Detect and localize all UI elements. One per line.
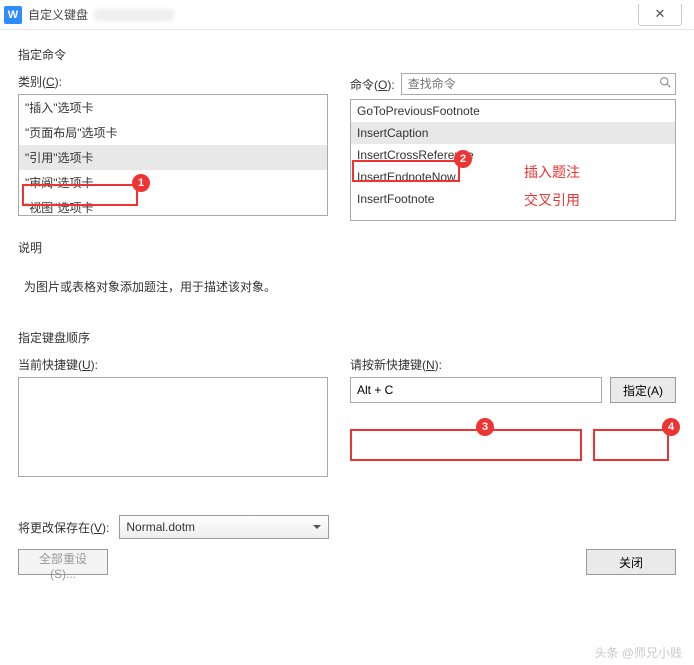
title-blur: [94, 9, 174, 21]
assign-button[interactable]: 指定(A): [610, 377, 676, 403]
window-title: 自定义键盘: [28, 6, 88, 23]
new-key-input[interactable]: [350, 377, 602, 403]
category-item[interactable]: "引用"选项卡: [19, 145, 327, 170]
category-item[interactable]: "插入"选项卡: [19, 95, 327, 120]
search-wrap: [401, 73, 676, 95]
current-keys-box[interactable]: [18, 377, 328, 477]
category-listbox[interactable]: "插入"选项卡"页面布局"选项卡"引用"选项卡"审阅"选项卡"视图"选项卡: [18, 94, 328, 216]
category-item[interactable]: "视图"选项卡: [19, 195, 327, 216]
command-label: 命令(O):: [350, 76, 395, 93]
command-item[interactable]: InsertCrossReference: [351, 144, 675, 166]
command-listbox[interactable]: GoToPreviousFootnoteInsertCaptionInsertC…: [350, 99, 676, 221]
category-label: 类别(C):: [18, 73, 328, 90]
description-text: 为图片或表格对象添加题注，用于描述该对象。: [18, 266, 676, 321]
section-assign-command: 指定命令: [18, 46, 676, 63]
close-button[interactable]: 关闭: [586, 549, 676, 575]
search-icon: [659, 76, 672, 92]
section-kb-sequence: 指定键盘顺序: [18, 329, 676, 346]
title-bar: W 自定义键盘 ✕: [0, 0, 694, 30]
command-item[interactable]: GoToPreviousFootnote: [351, 100, 675, 122]
window-close-button[interactable]: ✕: [638, 4, 682, 26]
command-item[interactable]: InsertEndnoteNow: [351, 166, 675, 188]
save-in-value: Normal.dotm: [126, 520, 195, 534]
save-in-select[interactable]: Normal.dotm: [119, 515, 329, 539]
category-item[interactable]: "审阅"选项卡: [19, 170, 327, 195]
save-in-label: 将更改保存在(V):: [18, 519, 109, 536]
section-description: 说明: [18, 239, 676, 256]
search-input[interactable]: [401, 73, 676, 95]
command-item[interactable]: InsertCaption: [351, 122, 675, 144]
category-item[interactable]: "页面布局"选项卡: [19, 120, 327, 145]
app-icon: W: [4, 6, 22, 24]
command-item[interactable]: InsertFootnote: [351, 188, 675, 210]
reset-all-button[interactable]: 全部重设(S)...: [18, 549, 108, 575]
new-key-label: 请按新快捷键(N):: [350, 356, 676, 373]
watermark: 头条 @师兄小贱: [594, 644, 682, 661]
current-keys-label: 当前快捷键(U):: [18, 356, 328, 373]
